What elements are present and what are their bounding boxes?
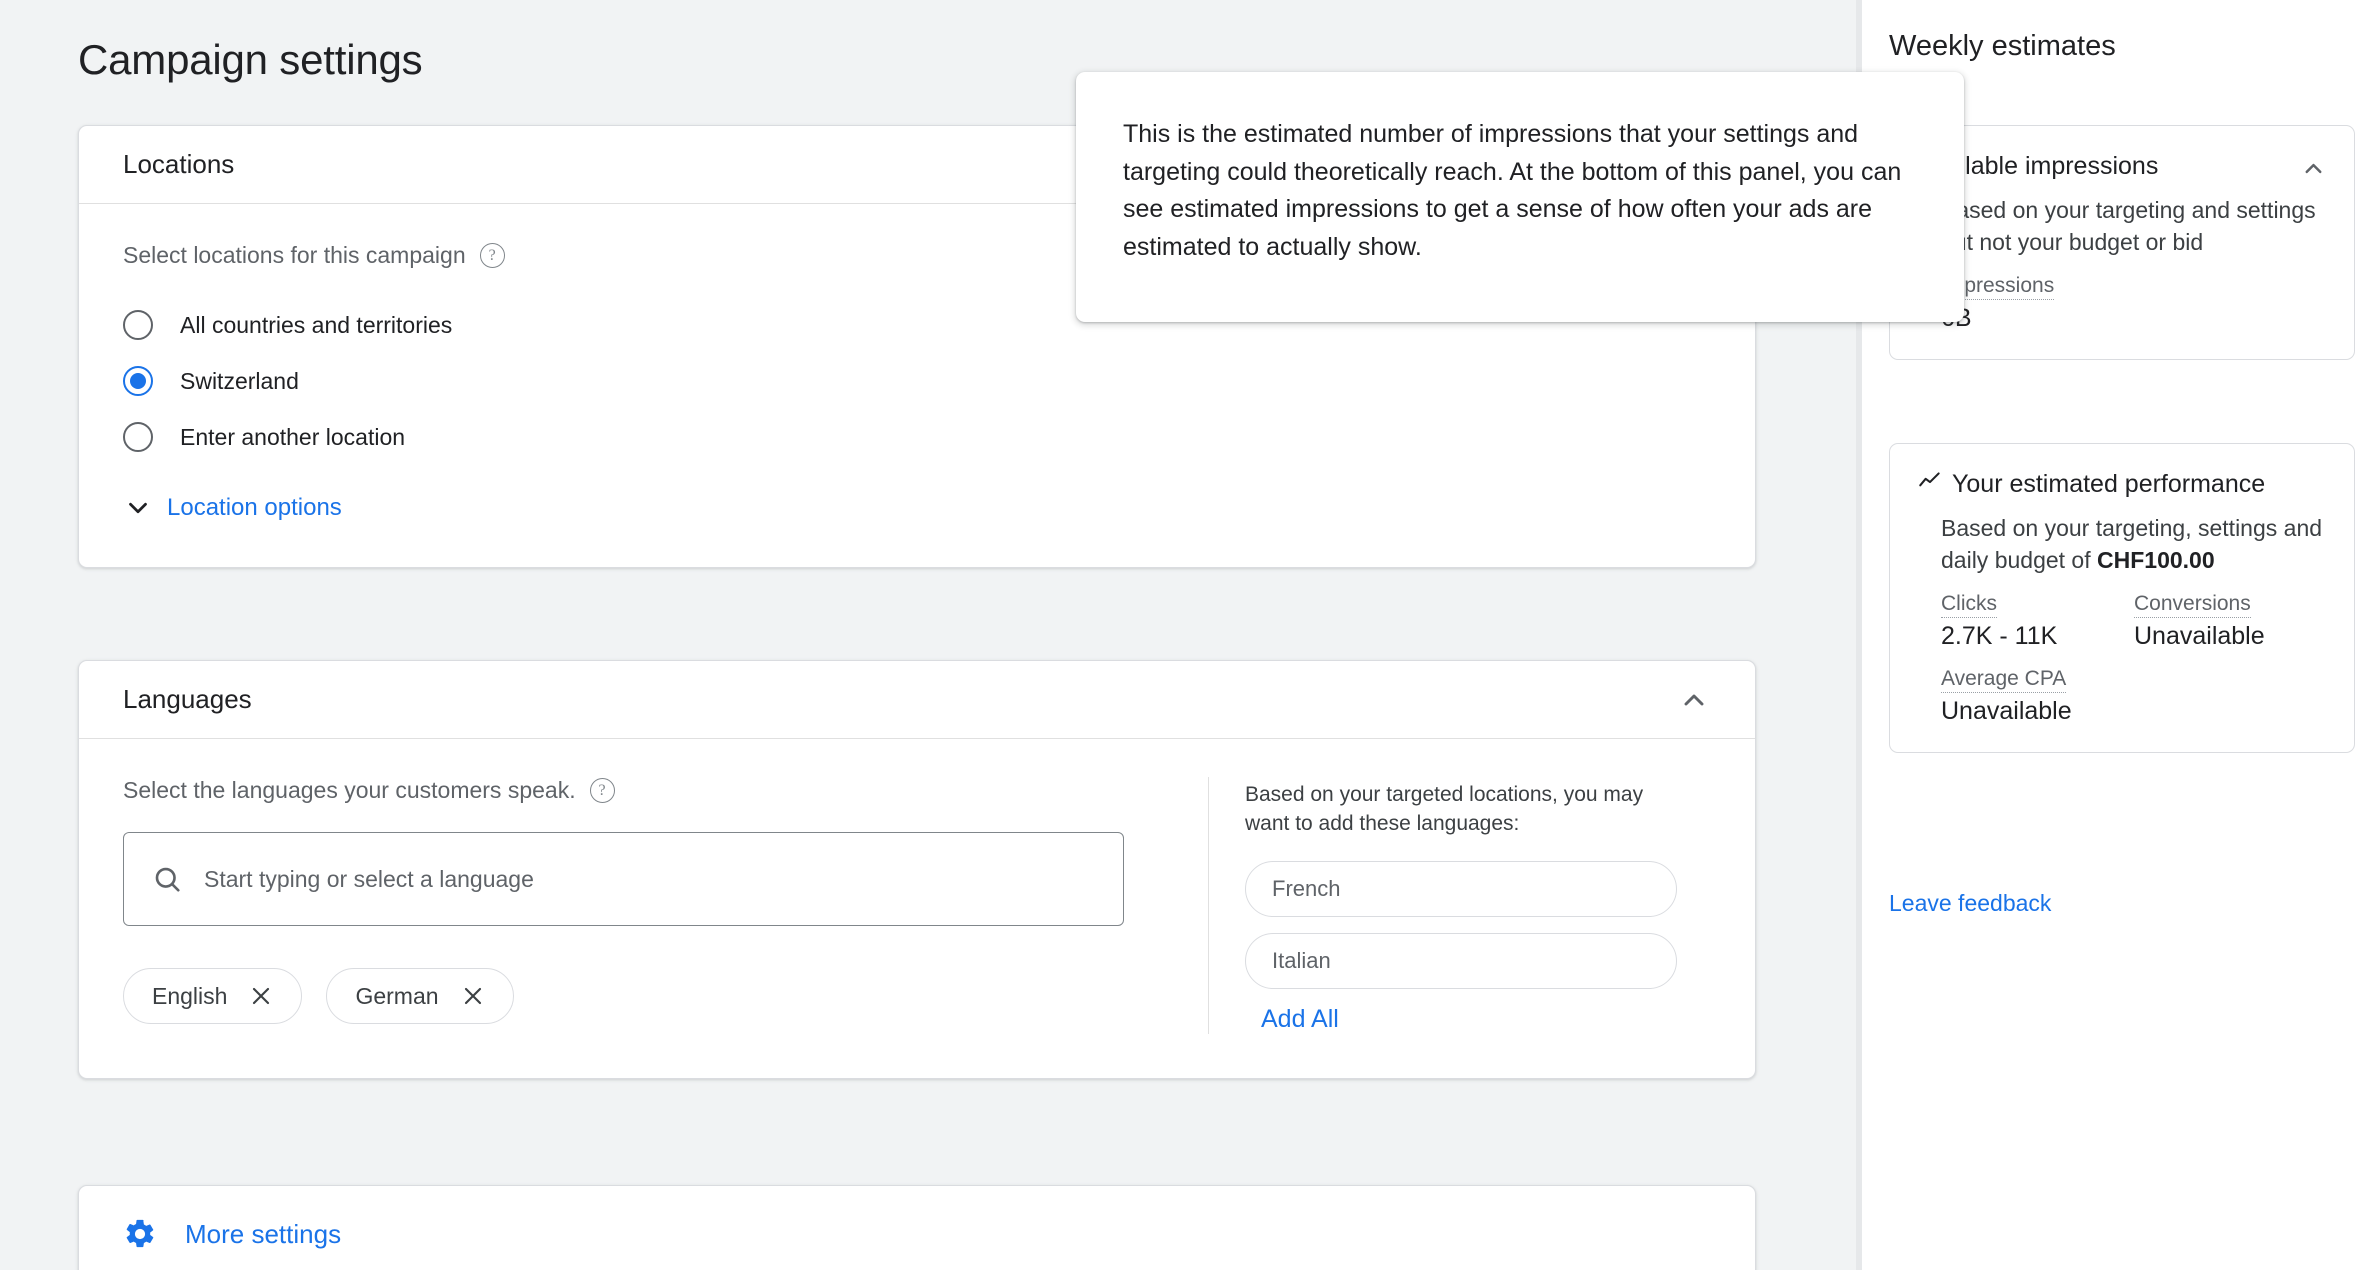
impressions-tooltip: This is the estimated number of impressi…: [1076, 72, 1964, 322]
search-icon: [152, 864, 182, 894]
languages-field-label-row: Select the languages your customers spea…: [123, 777, 1208, 804]
estimated-performance-title-text: Your estimated performance: [1952, 470, 2266, 498]
page-title: Campaign settings: [78, 36, 423, 83]
metric-name[interactable]: Conversions: [2134, 592, 2251, 619]
radio-enter-another-location[interactable]: Enter another location: [123, 409, 1711, 465]
trend-line-icon: [1917, 468, 1943, 494]
available-impressions-description: Based on your targeting and settings but…: [1941, 197, 2316, 255]
language-chip-english[interactable]: English: [123, 968, 303, 1024]
suggested-language-label: Italian: [1272, 947, 1331, 973]
tooltip-text: This is the estimated number of impressi…: [1123, 120, 1902, 261]
language-chip-german[interactable]: German: [326, 968, 514, 1024]
radio-switzerland[interactable]: Switzerland: [123, 353, 1711, 409]
metric-name[interactable]: Clicks: [1941, 592, 1997, 619]
metric-conversions: Conversions Unavailable: [2134, 592, 2327, 651]
suggested-language-french[interactable]: French: [1245, 860, 1677, 917]
estimated-performance-header: Your estimated performance: [1917, 468, 2327, 500]
gear-icon: [123, 1217, 157, 1251]
locations-field-label: Select locations for this campaign: [123, 242, 466, 268]
metric-value: 2.7K - 11K: [1941, 622, 2058, 651]
more-settings-label: More settings: [185, 1218, 342, 1249]
suggested-language-label: French: [1272, 875, 1341, 901]
leave-feedback-link[interactable]: Leave feedback: [1889, 890, 2051, 917]
close-icon[interactable]: [461, 984, 485, 1008]
languages-card-title: Languages: [123, 684, 252, 714]
chip-label: English: [152, 982, 228, 1009]
selected-languages-chip-row: English German: [123, 968, 1208, 1024]
location-options-toggle[interactable]: Location options: [123, 493, 1711, 523]
metric-name[interactable]: Average CPA: [1941, 667, 2067, 694]
languages-card: Languages Select the languages your cust…: [78, 660, 1756, 1079]
chevron-down-icon: [123, 493, 153, 523]
metric-impressions: Impressions 6B: [1941, 274, 2327, 333]
languages-suggestion-column: Based on your targeted locations, you ma…: [1208, 777, 1711, 1034]
add-all-button[interactable]: Add All: [1261, 1005, 1711, 1034]
languages-field-label: Select the languages your customers spea…: [123, 777, 576, 803]
metric-grid: Clicks 2.7K - 11K Conversions Unavailabl…: [1941, 592, 2327, 651]
more-settings-row[interactable]: More settings: [79, 1186, 1755, 1270]
radio-label: Enter another location: [180, 423, 406, 450]
estimated-performance-metrics: Clicks 2.7K - 11K Conversions Unavailabl…: [1917, 592, 2327, 726]
chevron-up-icon[interactable]: [1677, 683, 1711, 717]
chevron-up-icon[interactable]: [2300, 155, 2327, 182]
more-settings-card[interactable]: More settings: [78, 1185, 1756, 1270]
help-circle-icon[interactable]: ?: [479, 243, 505, 268]
metric-value: Unavailable: [1941, 697, 2072, 726]
languages-card-header[interactable]: Languages: [79, 661, 1755, 739]
language-search-input[interactable]: Start typing or select a language: [123, 832, 1124, 926]
radio-circle-selected-icon[interactable]: [123, 366, 153, 396]
languages-selection-column: Select the languages your customers spea…: [123, 777, 1208, 1034]
chip-label: German: [355, 982, 439, 1009]
radio-circle-icon[interactable]: [123, 422, 153, 452]
estimated-performance-card: Your estimated performance Based on your…: [1889, 443, 2355, 754]
metric-average-cpa: Average CPA Unavailable: [1941, 667, 2327, 726]
metric-value: 6B: [1941, 304, 2327, 333]
estimated-performance-title: Your estimated performance: [1917, 468, 2265, 500]
estimated-performance-description: Based on your targeting, settings and da…: [1917, 513, 2327, 576]
metric-clicks: Clicks 2.7K - 11K: [1941, 592, 2134, 651]
metric-value: Unavailable: [2134, 622, 2265, 651]
help-circle-icon[interactable]: ?: [589, 778, 615, 803]
locations-card-title: Locations: [123, 149, 235, 179]
close-icon[interactable]: [249, 984, 273, 1008]
radio-label: All countries and territories: [180, 311, 453, 338]
languages-suggestion-text: Based on your targeted locations, you ma…: [1245, 783, 1644, 835]
suggested-language-italian[interactable]: Italian: [1245, 932, 1677, 989]
location-options-label: Location options: [167, 494, 342, 521]
radio-circle-icon[interactable]: [123, 310, 153, 340]
weekly-estimates-title: Weekly estimates: [1889, 30, 2116, 62]
language-search-placeholder: Start typing or select a language: [204, 865, 534, 892]
languages-card-body: Select the languages your customers spea…: [79, 739, 1755, 1078]
estimated-performance-budget: CHF100.00: [2097, 546, 2215, 573]
campaign-settings-page: Campaign settings Locations Select locat…: [0, 0, 2374, 1270]
available-impressions-header[interactable]: Available impressions: [1917, 150, 2327, 182]
radio-label: Switzerland: [180, 367, 299, 394]
available-impressions-metrics: Impressions 6B: [1917, 274, 2327, 333]
